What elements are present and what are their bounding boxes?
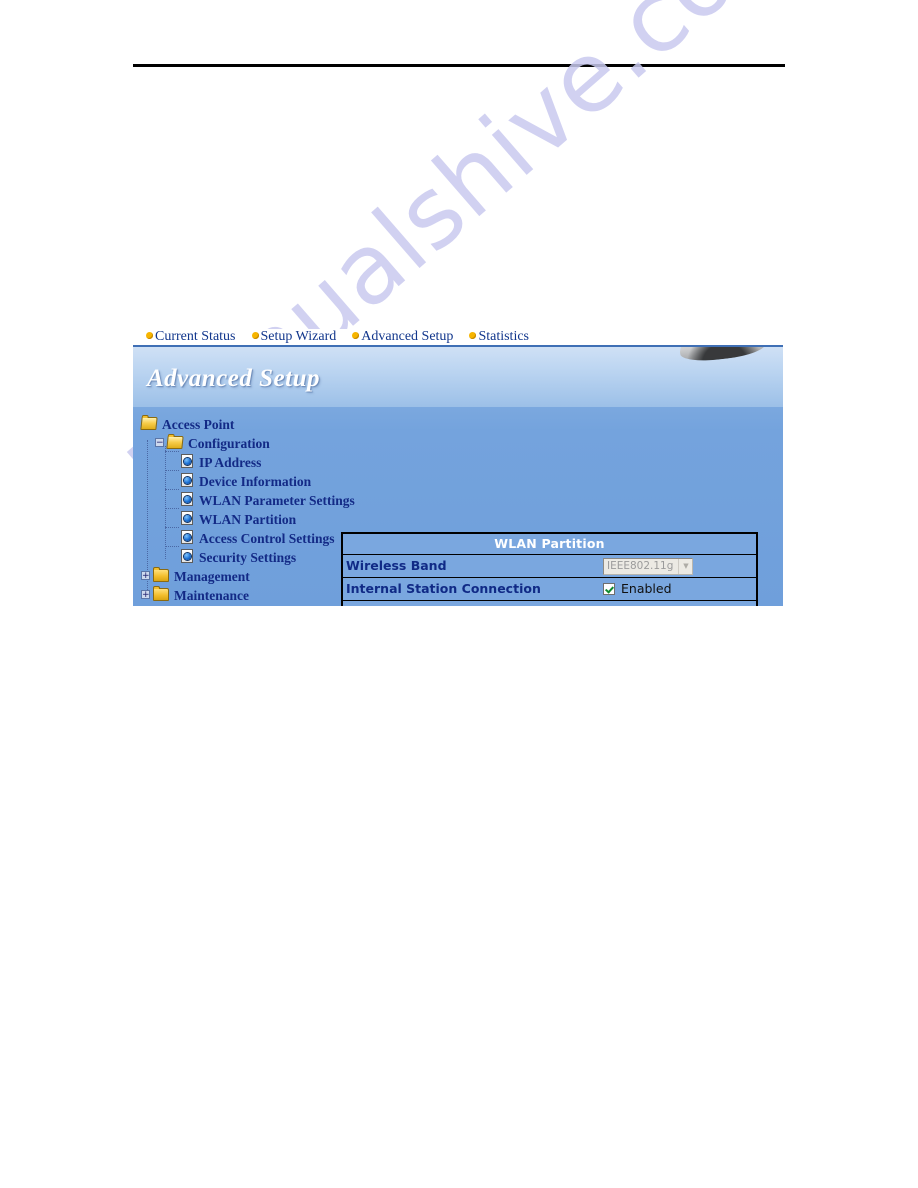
- bullet-icon: [469, 332, 477, 340]
- tree-item-label: IP Address: [199, 454, 262, 470]
- expand-expander-icon[interactable]: +: [141, 570, 150, 580]
- page-globe-icon: [181, 530, 193, 545]
- page-globe-icon: [181, 549, 193, 564]
- row-internal-station-connection: Internal Station Connection Enabled: [343, 578, 756, 601]
- tree-item-label: WLAN Partition: [199, 511, 297, 527]
- row-ethernet-to-wlan-access: Ethernet to WLAN Access Enabled: [343, 601, 756, 606]
- tab-setup-wizard[interactable]: Setup Wizard: [251, 329, 337, 345]
- row-label: Ethernet to WLAN Access: [343, 601, 599, 606]
- tree-item-label: Configuration: [188, 435, 270, 451]
- chevron-down-icon: ▼: [678, 558, 693, 574]
- tree-item-label: Security Settings: [199, 549, 297, 565]
- tree-item-label: Access Control Settings: [199, 530, 335, 546]
- tab-label: Setup Wizard: [260, 329, 337, 344]
- navigation-tree: Access Point − Configuration IP Address D…: [137, 414, 357, 604]
- tree-item-label: Device Information: [199, 473, 312, 489]
- tab-current-status[interactable]: Current Status: [146, 329, 236, 345]
- header-rule: [133, 64, 785, 67]
- row-label: Wireless Band: [346, 558, 447, 573]
- tab-label: Advanced Setup: [361, 329, 454, 344]
- closed-folder-icon: [153, 585, 169, 601]
- wlan-partition-panel: WLAN Partition Wireless Band IEEE802.11g…: [341, 532, 758, 606]
- tab-label: Current Status: [155, 329, 236, 344]
- tree-item-maintenance[interactable]: + Maintenance: [137, 585, 357, 604]
- router-web-ui-screenshot: Current Status Setup Wizard Advanced Set…: [133, 329, 783, 606]
- tree-item-configuration[interactable]: − Configuration: [137, 433, 357, 452]
- tree-item-label: WLAN Parameter Settings: [199, 492, 355, 508]
- tree-item-wlan-parameter-settings[interactable]: WLAN Parameter Settings: [137, 490, 357, 509]
- tab-advanced-setup[interactable]: Advanced Setup: [352, 329, 453, 345]
- tree-item-access-control-settings[interactable]: Access Control Settings: [137, 528, 357, 547]
- page-banner: Advanced Setup: [133, 347, 783, 407]
- tree-item-label: Maintenance: [174, 587, 249, 603]
- bullet-icon: [352, 332, 360, 340]
- tree-item-label: Access Point: [162, 416, 235, 432]
- bullet-icon: [251, 332, 259, 340]
- tab-label: Statistics: [478, 329, 529, 344]
- row-value: Enabled: [599, 601, 756, 606]
- content-pane: Access Point − Configuration IP Address D…: [133, 407, 783, 606]
- tree-item-label: Management: [174, 568, 250, 584]
- tab-statistics[interactable]: Statistics: [469, 329, 529, 345]
- document-page: manualshive.com Current Status Setup Wiz…: [0, 0, 918, 1188]
- page-globe-icon: [181, 473, 193, 488]
- checkbox-label: Enabled: [621, 581, 672, 596]
- wireless-band-select[interactable]: IEEE802.11g ▼: [603, 557, 694, 575]
- bullet-icon: [146, 332, 153, 340]
- open-folder-icon: [140, 416, 158, 430]
- tree-item-security-settings[interactable]: Security Settings: [137, 547, 357, 566]
- expand-expander-icon[interactable]: +: [141, 589, 150, 599]
- tree-item-device-information[interactable]: Device Information: [137, 471, 357, 490]
- tab-bar: Current Status Setup Wizard Advanced Set…: [133, 329, 783, 347]
- collapse-expander-icon[interactable]: −: [155, 437, 164, 447]
- page-title: Advanced Setup: [147, 365, 320, 392]
- tree-item-access-point[interactable]: Access Point: [137, 414, 357, 433]
- open-folder-icon: [166, 435, 184, 449]
- row-label: Internal Station Connection: [346, 581, 541, 596]
- tree-item-management[interactable]: + Management: [137, 566, 357, 585]
- internal-station-connection-checkbox[interactable]: [603, 583, 615, 595]
- wireless-band-selected-value: IEEE802.11g: [607, 560, 674, 572]
- device-photo-icon: [677, 347, 767, 365]
- row-value: Enabled: [599, 578, 756, 600]
- page-globe-icon: [181, 492, 193, 507]
- tree-item-ip-address[interactable]: IP Address: [137, 452, 357, 471]
- page-globe-icon: [181, 511, 193, 526]
- page-globe-icon: [181, 454, 193, 469]
- checkbox-label: Enabled: [621, 604, 672, 606]
- tree-item-wlan-partition[interactable]: WLAN Partition: [137, 509, 357, 528]
- row-value: IEEE802.11g ▼: [599, 555, 756, 577]
- row-wireless-band: Wireless Band IEEE802.11g ▼: [343, 555, 756, 578]
- closed-folder-icon: [153, 566, 169, 582]
- panel-title: WLAN Partition: [343, 534, 756, 555]
